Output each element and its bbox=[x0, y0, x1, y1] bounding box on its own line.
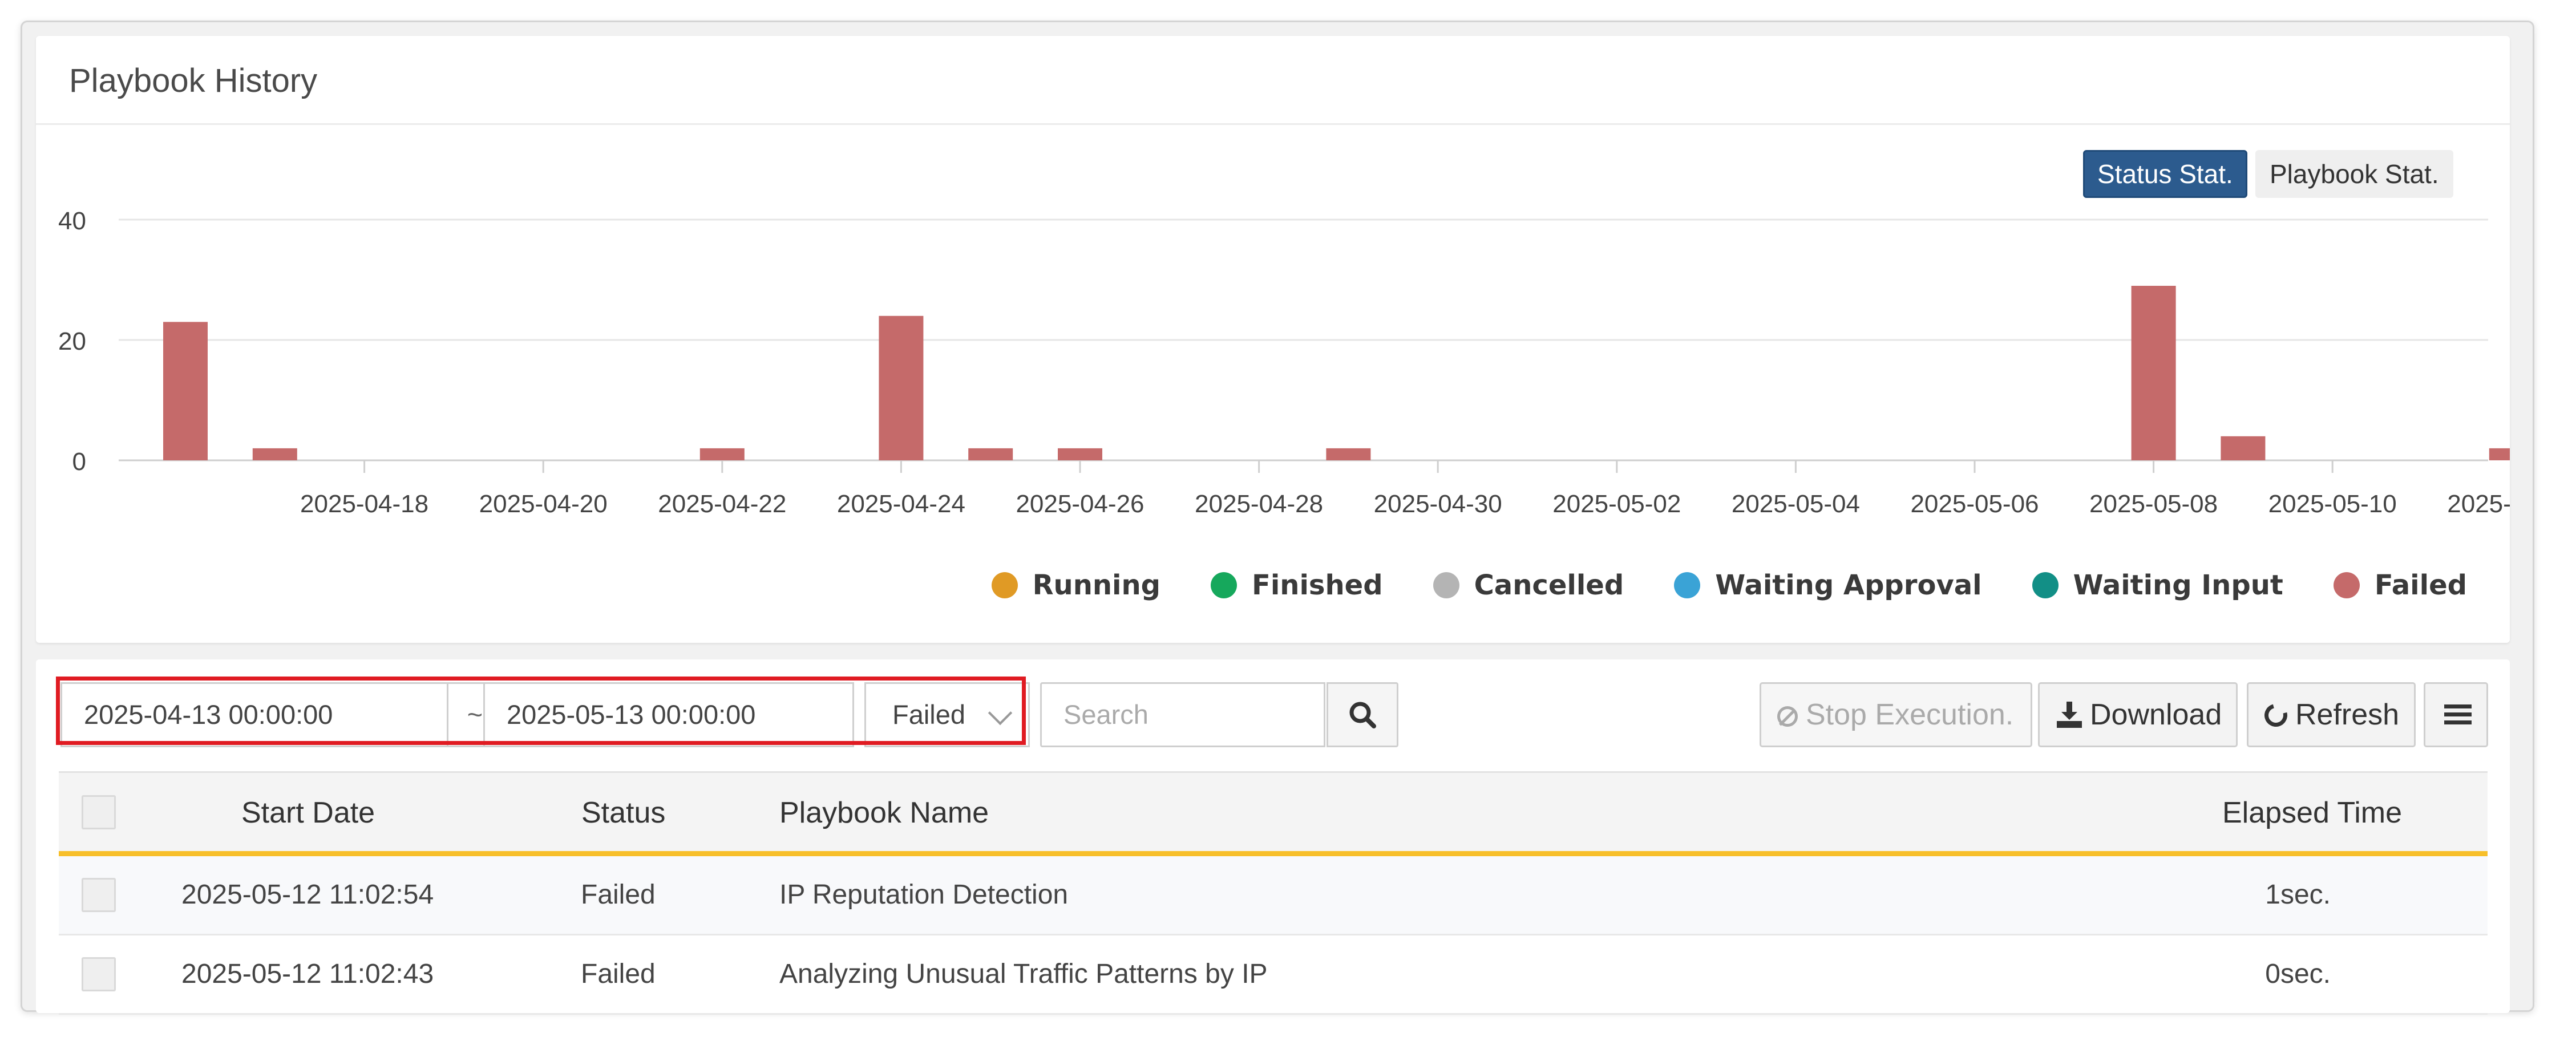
bar bbox=[163, 322, 208, 460]
bar bbox=[252, 448, 297, 460]
x-tick-label: 2025-05-10 bbox=[2268, 490, 2397, 518]
row-status: Failed bbox=[581, 880, 656, 910]
bar bbox=[879, 315, 924, 460]
legend-label: Finished bbox=[1252, 569, 1383, 601]
row-elapsed-time: 0sec. bbox=[2265, 959, 2331, 989]
legend-label: Waiting Approval bbox=[1715, 569, 1982, 601]
waiting-input-dot-icon bbox=[2032, 572, 2059, 598]
search-button[interactable] bbox=[1327, 682, 1398, 747]
refresh-button[interactable]: Refresh bbox=[2247, 682, 2416, 747]
row-status: Failed bbox=[581, 959, 656, 989]
table-header: Start Date Status Playbook Name Elapsed … bbox=[59, 771, 2488, 856]
stop-execution-label: Stop Execution. bbox=[1806, 698, 2014, 731]
search-icon bbox=[1349, 702, 1376, 728]
ban-icon bbox=[1777, 706, 1798, 727]
col-playbook-name[interactable]: Playbook Name bbox=[779, 798, 989, 828]
running-dot-icon bbox=[991, 572, 1018, 598]
bar bbox=[968, 448, 1013, 460]
row-checkbox[interactable] bbox=[82, 878, 116, 912]
legend-item-failed[interactable]: Failed bbox=[2333, 569, 2467, 601]
bar bbox=[699, 448, 745, 460]
legend-item-waiting-approval[interactable]: Waiting Approval bbox=[1674, 569, 1982, 601]
col-start-date[interactable]: Start Date bbox=[241, 798, 375, 828]
download-label: Download bbox=[2090, 698, 2222, 731]
row-playbook-name: IP Reputation Detection bbox=[779, 880, 1069, 910]
table-row[interactable]: 2025-05-12 11:02:54 Failed IP Reputation… bbox=[59, 856, 2488, 935]
refresh-label: Refresh bbox=[2295, 698, 2400, 731]
x-tick-label: 2025-04-18 bbox=[300, 490, 428, 518]
bar bbox=[1058, 448, 1102, 460]
download-button[interactable]: Download bbox=[2038, 682, 2238, 747]
x-tick-label: 2025-05-08 bbox=[2089, 490, 2218, 518]
x-tick-label: 2025-04-26 bbox=[1016, 490, 1144, 518]
row-start-date: 2025-05-12 11:02:43 bbox=[181, 959, 434, 989]
row-elapsed-time: 1sec. bbox=[2265, 880, 2331, 910]
legend-label: Running bbox=[1032, 569, 1161, 601]
filter-highlight-box bbox=[56, 677, 1026, 745]
history-table-panel: 2025-04-13 00:00:00 ~ 2025-05-13 00:00:0… bbox=[36, 659, 2510, 1015]
stop-execution-button[interactable]: Stop Execution. bbox=[1760, 682, 2032, 747]
legend-label: Waiting Input bbox=[2073, 569, 2283, 601]
playbook-history-table: Start Date Status Playbook Name Elapsed … bbox=[59, 771, 2488, 1015]
status-bar-chart: 0 20 40 2025-04-18 2025-04-20 2025-04-22 2025-… bbox=[58, 207, 2510, 518]
row-playbook-name: Analyzing Unusual Traffic Patterns by IP bbox=[779, 959, 1268, 989]
y-tick-label: 40 bbox=[58, 207, 86, 235]
y-tick-label: 20 bbox=[58, 327, 86, 355]
x-tick-label: 2025-05-02 bbox=[1552, 490, 1681, 518]
legend-item-finished[interactable]: Finished bbox=[1211, 569, 1383, 601]
col-elapsed-time[interactable]: Elapsed Time bbox=[2222, 798, 2402, 828]
refresh-icon bbox=[2260, 699, 2292, 731]
x-tick-label: 2025-04-20 bbox=[479, 490, 608, 518]
col-status[interactable]: Status bbox=[581, 798, 665, 828]
failed-dot-icon bbox=[2333, 572, 2360, 598]
legend-label: Failed bbox=[2374, 569, 2467, 601]
bar bbox=[2489, 448, 2510, 460]
row-checkbox[interactable] bbox=[82, 957, 116, 991]
column-list-button[interactable] bbox=[2424, 682, 2488, 747]
legend-label: Cancelled bbox=[1474, 569, 1624, 601]
x-tick-label: 2025-05-06 bbox=[1910, 490, 2039, 518]
chart-legend: Running Finished Cancelled Waiting Appro… bbox=[991, 569, 2467, 601]
x-tick-label: 2025-05-04 bbox=[1732, 490, 1860, 518]
legend-item-waiting-input[interactable]: Waiting Input bbox=[2032, 569, 2283, 601]
search-input[interactable]: Search bbox=[1040, 682, 1325, 747]
select-all-checkbox[interactable] bbox=[82, 795, 116, 829]
finished-dot-icon bbox=[1211, 572, 1238, 598]
legend-item-running[interactable]: Running bbox=[991, 569, 1161, 601]
bar bbox=[2131, 286, 2176, 460]
bar bbox=[1326, 448, 1371, 460]
bar bbox=[2221, 436, 2266, 460]
x-tick-label: 2025-04-24 bbox=[837, 490, 965, 518]
download-icon bbox=[2056, 702, 2083, 728]
x-tick-label: 2025-04-28 bbox=[1195, 490, 1323, 518]
x-tick-label: 2025-04-30 bbox=[1374, 490, 1502, 518]
cancelled-dot-icon bbox=[1433, 572, 1459, 598]
legend-item-cancelled[interactable]: Cancelled bbox=[1433, 569, 1624, 601]
row-start-date: 2025-05-12 11:02:54 bbox=[181, 880, 434, 910]
table-row[interactable]: 2025-05-12 11:02:43 Failed Analyzing Unu… bbox=[59, 935, 2488, 1015]
x-tick-label: 2025-05-12 bbox=[2447, 490, 2510, 518]
history-chart-panel: Playbook History Status Stat. Playbook S… bbox=[36, 36, 2510, 643]
x-tick-label: 2025-04-22 bbox=[658, 490, 786, 518]
y-tick-label: 0 bbox=[72, 448, 86, 476]
waiting-approval-dot-icon bbox=[1674, 572, 1701, 598]
